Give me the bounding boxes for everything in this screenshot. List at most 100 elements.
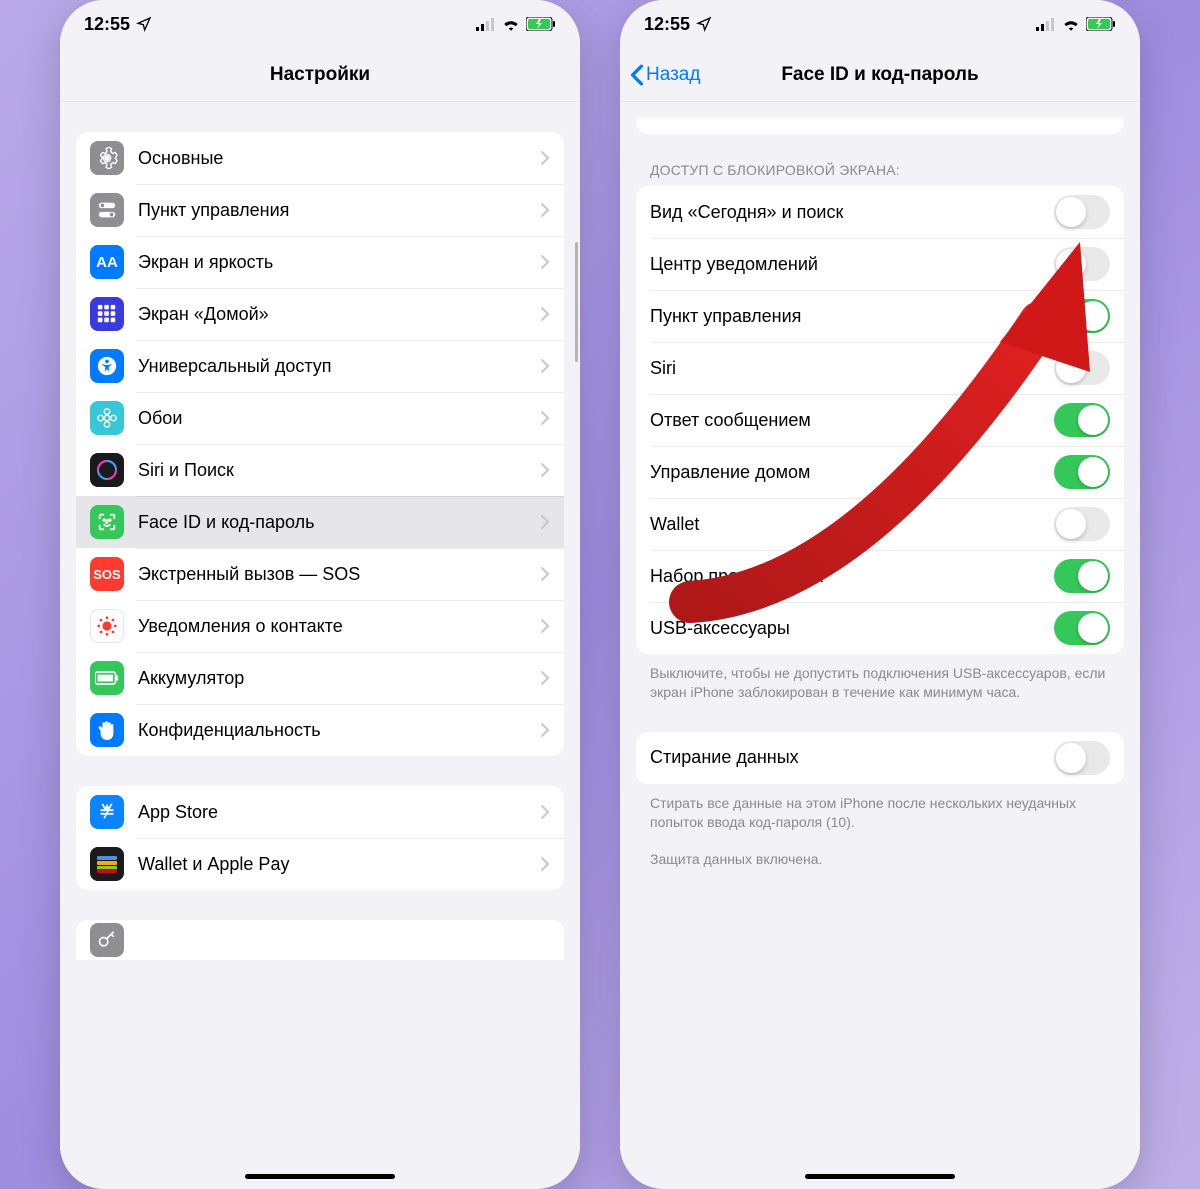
gear-icon	[90, 141, 124, 175]
toggle-switch[interactable]	[1054, 611, 1110, 645]
group-partial-top	[636, 118, 1124, 134]
toggle-row[interactable]: Набор пропущенных	[636, 550, 1124, 602]
home-indicator[interactable]	[245, 1174, 395, 1179]
row-label: Обои	[138, 408, 540, 429]
row-label: Аккумулятор	[138, 668, 540, 689]
settings-row[interactable]: Face ID и код-пароль	[76, 496, 564, 548]
toggle-switch[interactable]	[1054, 741, 1110, 775]
nav-header: Назад Face ID и код-пароль	[620, 48, 1140, 102]
settings-row[interactable]: Wallet и Apple Pay	[76, 838, 564, 890]
exposure-icon	[90, 609, 124, 643]
aa-icon: AA	[90, 245, 124, 279]
settings-row[interactable]: SOSЭкстренный вызов — SOS	[76, 548, 564, 600]
battery-charging-icon	[526, 17, 556, 31]
toggles-group: Вид «Сегодня» и поиск Центр уведомлений Пу…	[636, 186, 1124, 654]
row-label: Wallet	[650, 514, 1054, 535]
settings-group-partial	[76, 920, 564, 960]
chevron-left-icon	[630, 64, 644, 86]
toggle-row[interactable]: USB-аксессуары	[636, 602, 1124, 654]
row-label: Стирание данных	[650, 747, 1054, 768]
faceid-icon	[90, 505, 124, 539]
toggle-switch[interactable]	[1054, 455, 1110, 489]
row-label: Пункт управления	[138, 200, 540, 221]
scroll-body[interactable]: ДОСТУП С БЛОКИРОВКОЙ ЭКРАНА: Вид «Сегодн…	[620, 102, 1140, 1189]
settings-group: Основные Пункт управления AA Экран и яркост…	[76, 132, 564, 756]
toggle-switch[interactable]	[1054, 247, 1110, 281]
settings-row[interactable]: Универсальный доступ	[76, 340, 564, 392]
row-label: Универсальный доступ	[138, 356, 540, 377]
chevron-right-icon	[540, 722, 550, 738]
chevron-right-icon	[540, 150, 550, 166]
toggle-switch[interactable]	[1054, 559, 1110, 593]
page-title: Face ID и код-пароль	[781, 64, 978, 86]
scroll-body[interactable]: Основные Пункт управления AA Экран и яркост…	[60, 102, 580, 1189]
erase-group: Стирание данных	[636, 732, 1124, 784]
status-time: 12:55	[84, 14, 130, 35]
settings-row[interactable]: AA Экран и яркость	[76, 236, 564, 288]
status-bar: 12:55	[620, 0, 1140, 48]
row-label: Уведомления о контакте	[138, 616, 540, 637]
chevron-right-icon	[540, 618, 550, 634]
toggle-row[interactable]: Центр уведомлений	[636, 238, 1124, 290]
settings-row[interactable]: Основные	[76, 132, 564, 184]
settings-row[interactable]: Аккумулятор	[76, 652, 564, 704]
accessibility-icon	[90, 349, 124, 383]
chevron-right-icon	[540, 566, 550, 582]
settings-row[interactable]: Уведомления о контакте	[76, 600, 564, 652]
toggle-switch[interactable]	[1054, 299, 1110, 333]
home-indicator[interactable]	[805, 1174, 955, 1179]
row-label: Центр уведомлений	[650, 254, 1054, 275]
settings-row[interactable]: Конфиденциальность	[76, 704, 564, 756]
siri-icon	[90, 453, 124, 487]
toggle-switch[interactable]	[1054, 403, 1110, 437]
settings-row[interactable]: Экран «Домой»	[76, 288, 564, 340]
chevron-right-icon	[540, 306, 550, 322]
wifi-icon	[502, 17, 520, 31]
appstore-icon	[90, 795, 124, 829]
settings-row[interactable]: Обои	[76, 392, 564, 444]
wifi-icon	[1062, 17, 1080, 31]
erase-footer: Стирать все данные на этом iPhone после …	[650, 794, 1110, 832]
row-label: Экстренный вызов — SOS	[138, 564, 540, 585]
row-label: Siri	[650, 358, 1054, 379]
settings-row[interactable]: Siri и Поиск	[76, 444, 564, 496]
toggle-switch[interactable]	[1054, 507, 1110, 541]
row-label: Siri и Поиск	[138, 460, 540, 481]
chevron-right-icon	[540, 358, 550, 374]
back-button[interactable]: Назад	[630, 48, 700, 101]
toggle-row[interactable]: Пункт управления	[636, 290, 1124, 342]
row-label: Face ID и код-пароль	[138, 512, 540, 533]
toggle-switch[interactable]	[1054, 195, 1110, 229]
phone-left: 12:55 Настройки Основные Пункт управления…	[60, 0, 580, 1189]
toggle-row[interactable]: Siri	[636, 342, 1124, 394]
page-title: Настройки	[270, 64, 370, 86]
toggle-row[interactable]: Ответ сообщением	[636, 394, 1124, 446]
row-label: USB-аксессуары	[650, 618, 1054, 639]
section-header: ДОСТУП С БЛОКИРОВКОЙ ЭКРАНА:	[650, 162, 1110, 178]
location-arrow-icon	[696, 16, 712, 32]
row-label: Основные	[138, 148, 540, 169]
key-icon	[90, 923, 124, 957]
settings-row[interactable]: App Store	[76, 786, 564, 838]
toggle-row[interactable]: Вид «Сегодня» и поиск	[636, 186, 1124, 238]
row-label: Набор пропущенных	[650, 566, 1054, 587]
toggle-row[interactable]: Управление домом	[636, 446, 1124, 498]
settings-row[interactable]: Пункт управления	[76, 184, 564, 236]
toggle-switch[interactable]	[1054, 351, 1110, 385]
wallet-icon	[90, 847, 124, 881]
phone-right: 12:55 Назад Face ID и код-пароль ДОСТУП …	[620, 0, 1140, 1189]
cellular-icon	[476, 17, 496, 31]
location-arrow-icon	[136, 16, 152, 32]
chevron-right-icon	[540, 804, 550, 820]
row-label: Управление домом	[650, 462, 1054, 483]
chevron-right-icon	[540, 670, 550, 686]
protection-footer: Защита данных включена.	[650, 850, 1110, 869]
flower-icon	[90, 401, 124, 435]
row-label: Экран «Домой»	[138, 304, 540, 325]
chevron-right-icon	[540, 254, 550, 270]
battery-icon	[90, 661, 124, 695]
toggle-row[interactable]: Wallet	[636, 498, 1124, 550]
row-erase-data[interactable]: Стирание данных	[636, 732, 1124, 784]
row-label: Экран и яркость	[138, 252, 540, 273]
hand-icon	[90, 713, 124, 747]
